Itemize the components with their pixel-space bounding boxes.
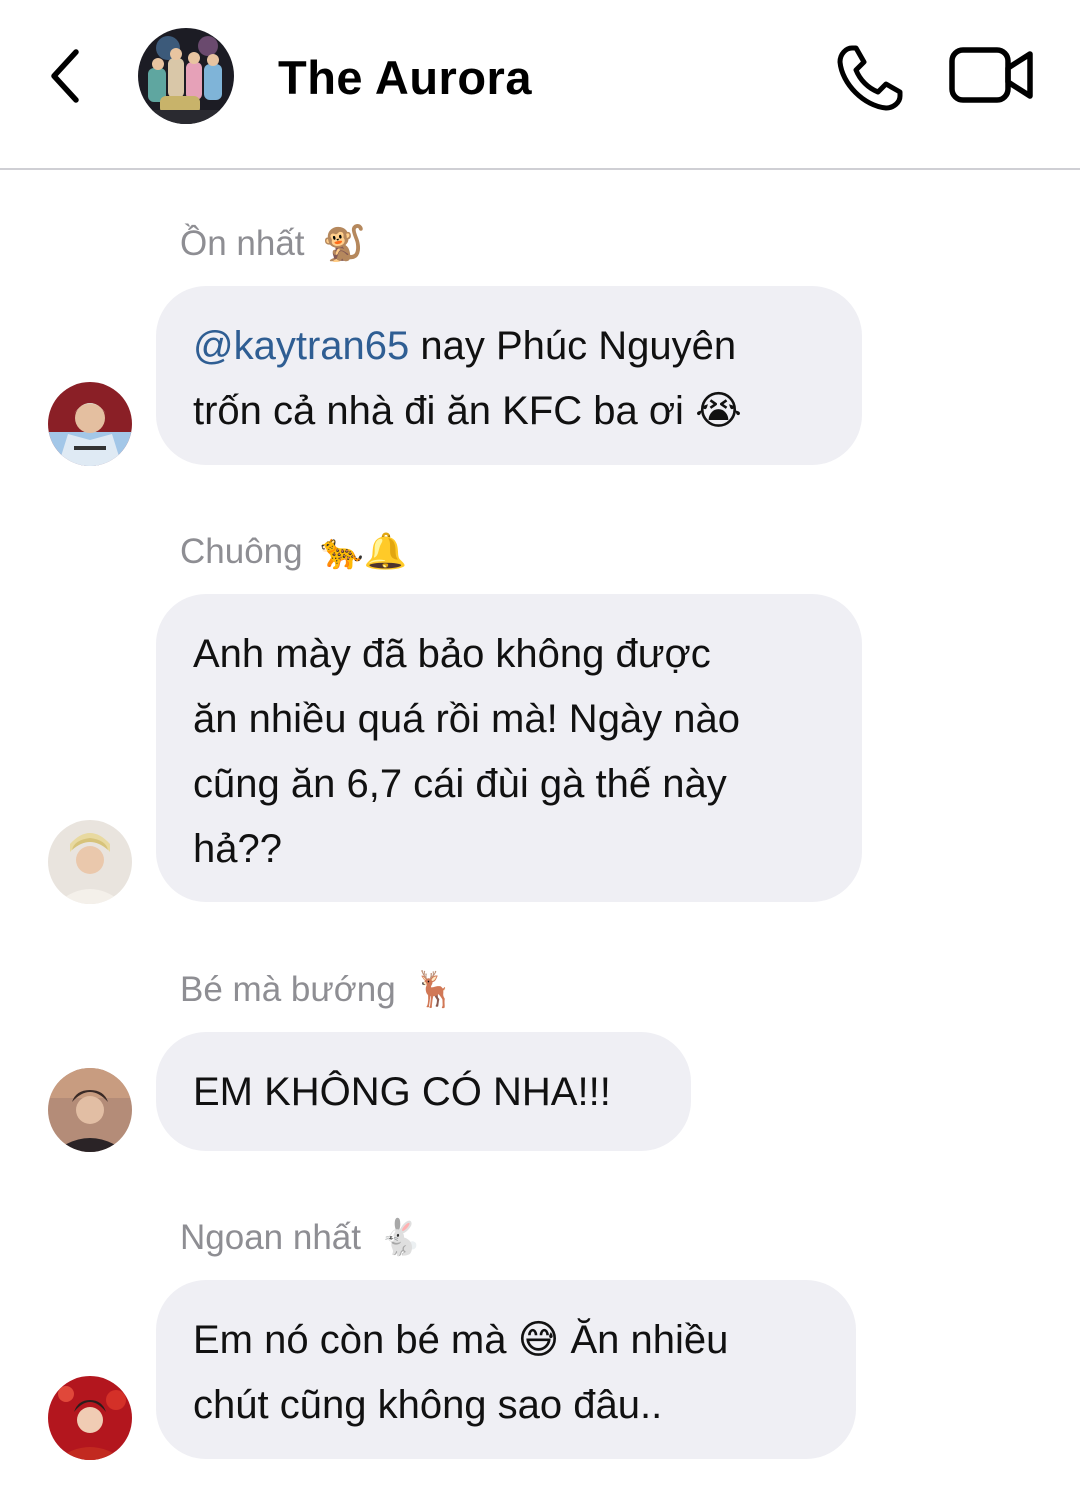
message-line: trốn cả nhà đi ăn KFC ba ơi 😭 xyxy=(193,379,826,444)
loudly-crying-face-icon: 😭 xyxy=(695,389,742,433)
message-line: hả?? xyxy=(193,827,282,871)
user-photo-image xyxy=(48,382,132,466)
voice-call-button[interactable] xyxy=(830,38,910,118)
message-line: EM KHÔNG CÓ NHA!!! xyxy=(193,1070,611,1114)
user-photo-image xyxy=(48,1068,132,1152)
message-bubble[interactable]: EM KHÔNG CÓ NHA!!! xyxy=(156,1032,691,1151)
mention-link[interactable]: @kaytran65 xyxy=(193,324,409,368)
sender-name: Bé mà bướng 🦌 xyxy=(180,968,457,1012)
message-line: chút cũng không sao đâu.. xyxy=(193,1383,663,1427)
avatar[interactable] xyxy=(48,1376,132,1460)
message-line: Anh mày đã bảo không được xyxy=(193,632,711,676)
group-avatar[interactable] xyxy=(138,28,234,124)
message-text: trốn cả nhà đi ăn KFC ba ơi xyxy=(193,389,684,433)
rabbit-emoji-icon: 🐇 xyxy=(378,1218,423,1257)
sender-name-text: Ngoan nhất xyxy=(180,1218,361,1257)
avatar[interactable] xyxy=(48,382,132,466)
sender-name: Ồn nhất 🐒 xyxy=(180,222,366,266)
sender-name: Chuông 🐆🔔 xyxy=(180,530,408,574)
message-line: @kaytran65 nay Phúc Nguyên xyxy=(193,314,826,379)
sender-name-text: Bé mà bướng xyxy=(180,970,396,1009)
message-bubble[interactable]: Em nó còn bé mà 😅 Ăn nhiều chút cũng khô… xyxy=(156,1280,856,1459)
grinning-sweat-face-icon: 😅 xyxy=(517,1318,560,1362)
chat-header: The Aurora xyxy=(0,0,1080,170)
message-text: Em nó còn bé mà xyxy=(193,1318,507,1362)
message-line: ăn nhiều quá rồi mà! Ngày nào xyxy=(193,697,741,741)
chat-title[interactable]: The Aurora xyxy=(278,48,532,108)
avatar[interactable] xyxy=(48,1068,132,1152)
message-text: nay Phúc Nguyên xyxy=(409,324,737,368)
sender-name-text: Chuông xyxy=(180,532,303,571)
message-line: cũng ăn 6,7 cái đùi gà thế này xyxy=(193,762,727,806)
group-photo-image xyxy=(138,28,234,124)
message-line: Em nó còn bé mà 😅 Ăn nhiều xyxy=(193,1308,820,1373)
video-camera-icon xyxy=(949,47,1033,103)
video-call-button[interactable] xyxy=(946,40,1038,110)
avatar[interactable] xyxy=(48,820,132,904)
sender-name-text: Ồn nhất xyxy=(180,224,305,263)
deer-emoji-icon: 🦌 xyxy=(413,970,457,1009)
sender-name: Ngoan nhất 🐇 xyxy=(180,1216,422,1260)
message-text: Ăn nhiều xyxy=(570,1318,729,1362)
message-bubble[interactable]: @kaytran65 nay Phúc Nguyên trốn cả nhà đ… xyxy=(156,286,862,465)
message-bubble[interactable]: Anh mày đã bảo không được ăn nhiều quá r… xyxy=(156,594,862,902)
leopard-bell-emoji-icon: 🐆🔔 xyxy=(320,532,408,571)
user-photo-image xyxy=(48,820,132,904)
back-button[interactable] xyxy=(36,44,92,108)
user-photo-image xyxy=(48,1376,132,1460)
chevron-left-icon xyxy=(51,49,79,103)
monkey-emoji-icon: 🐒 xyxy=(322,224,366,263)
phone-icon xyxy=(837,45,903,111)
